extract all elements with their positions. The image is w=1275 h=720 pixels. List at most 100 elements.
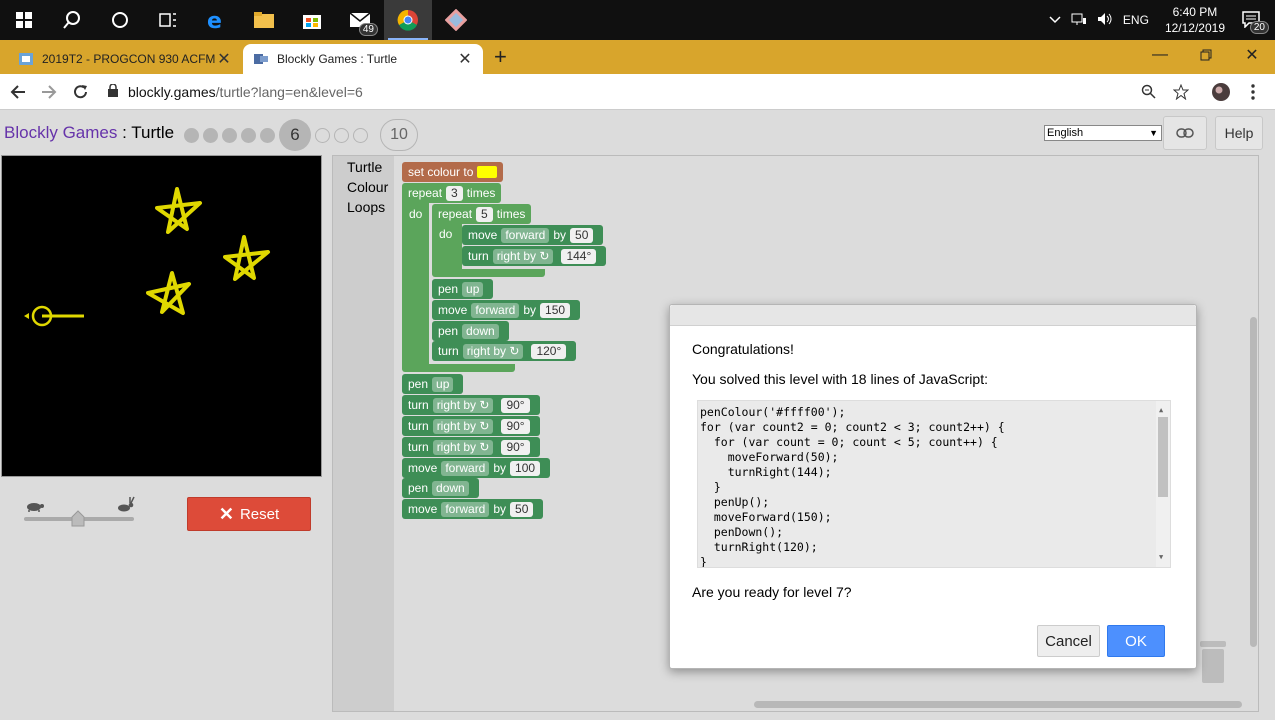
new-tab-icon[interactable]: + <box>494 44 507 70</box>
language-value: English <box>1047 127 1084 139</box>
drawn-star <box>155 187 202 234</box>
ok-button[interactable]: OK <box>1107 625 1165 657</box>
move-forward-150-block[interactable]: move forward by 150 <box>432 300 581 320</box>
cancel-button[interactable]: Cancel <box>1037 625 1100 657</box>
chrome-icon[interactable] <box>384 0 432 40</box>
scroll-up-icon[interactable]: ▲ <box>1159 403 1163 418</box>
dialog-header[interactable] <box>670 305 1196 326</box>
close-tab-icon[interactable]: ✕ <box>457 49 473 69</box>
level-1-dot[interactable] <box>184 127 199 143</box>
reset-button[interactable]: ✕ Reset <box>187 497 311 531</box>
level-5-dot[interactable] <box>260 127 275 143</box>
back-icon[interactable] <box>6 80 30 104</box>
turn-right-120-block[interactable]: turn right by ↻ 120° <box>432 341 577 361</box>
reload-icon[interactable] <box>69 80 93 104</box>
trash-can-icon[interactable] <box>1198 639 1228 685</box>
profile-avatar[interactable] <box>1209 80 1233 104</box>
workspace-vertical-scrollbar[interactable] <box>1250 317 1257 647</box>
max-level[interactable]: 10 <box>380 119 418 151</box>
javascript-code-box[interactable]: penColour('#ffff00'); for (var count2 = … <box>697 400 1171 568</box>
level-selector: 6 10 <box>184 119 418 151</box>
speed-slider[interactable] <box>20 495 140 535</box>
code-scroll-thumb[interactable] <box>1158 417 1168 497</box>
network-icon[interactable] <box>1071 12 1087 29</box>
file-explorer-icon[interactable] <box>240 0 288 40</box>
close-window-icon[interactable]: ✕ <box>1229 40 1275 70</box>
pen-up-block[interactable]: pen up <box>432 279 494 299</box>
repeat-inner-foot <box>432 269 545 277</box>
code-line: moveForward(150); <box>700 510 832 524</box>
turn-right-90-block[interactable]: turn right by ↻ 90° <box>402 437 540 457</box>
input-language[interactable]: ENG <box>1123 13 1149 27</box>
code-line: for (var count = 0; count < 5; count++) … <box>700 435 998 449</box>
search-icon[interactable] <box>48 0 96 40</box>
close-tab-icon[interactable]: ✕ <box>216 49 232 69</box>
level-3-dot[interactable] <box>222 127 237 143</box>
clock[interactable]: 6:40 PM 12/12/2019 <box>1159 4 1231 36</box>
restore-icon[interactable] <box>1183 40 1229 70</box>
edge-browser-icon[interactable]: e <box>192 0 240 40</box>
address-bar[interactable]: blockly.games/turtle?lang=en&level=6 <box>108 78 1198 106</box>
move-forward-50-block[interactable]: move forward by 50 <box>402 499 544 519</box>
colour-swatch[interactable] <box>477 166 498 178</box>
turn-right-90-block[interactable]: turn right by ↻ 90° <box>402 395 540 415</box>
drawn-star <box>146 271 191 315</box>
pen-up-block[interactable]: pen up <box>402 374 464 394</box>
mail-icon[interactable]: 49 <box>336 0 384 40</box>
code-scrollbar[interactable]: ▲ ▼ <box>1156 401 1170 567</box>
pen-down-block[interactable]: pen down <box>402 478 479 498</box>
tab-blockly-turtle[interactable]: Blockly Games : Turtle ✕ <box>243 44 483 74</box>
minimize-icon[interactable]: — <box>1137 40 1183 70</box>
link-button[interactable] <box>1163 116 1207 150</box>
level-7-dot[interactable] <box>315 127 330 143</box>
scroll-down-icon[interactable]: ▼ <box>1159 550 1163 565</box>
x-icon: ✕ <box>218 503 234 524</box>
help-button[interactable]: Help <box>1215 116 1263 150</box>
turn-right-144-block[interactable]: turn right by ↻ 144° <box>462 246 607 266</box>
tab-title: Blockly Games : Turtle <box>277 52 398 66</box>
repeat-do-label: do <box>409 207 423 221</box>
code-line: turnRight(120); <box>700 540 818 554</box>
url-path: /turtle?lang=en&level=6 <box>215 84 363 100</box>
repeat-5-block[interactable]: repeat 5 times <box>432 204 532 224</box>
level-9-dot[interactable] <box>353 127 368 143</box>
bookmark-star-icon[interactable] <box>1169 80 1193 104</box>
level-4-dot[interactable] <box>241 127 256 143</box>
workspace-horizontal-scrollbar[interactable] <box>754 701 1242 708</box>
level-8-dot[interactable] <box>334 127 349 143</box>
windows-start-icon[interactable] <box>0 0 48 40</box>
notifications-icon[interactable]: 20 <box>1241 8 1269 34</box>
task-view-icon[interactable] <box>144 0 192 40</box>
dialog-congrats: Congratulations! <box>692 341 794 357</box>
blockly-games-link[interactable]: Blockly Games <box>4 123 117 142</box>
cortana-icon[interactable] <box>96 0 144 40</box>
volume-icon[interactable] <box>1097 12 1113 29</box>
store-icon[interactable] <box>288 0 336 40</box>
clock-date: 12/12/2019 <box>1164 21 1225 35</box>
turn-right-90-block[interactable]: turn right by ↻ 90° <box>402 416 540 436</box>
current-level[interactable]: 6 <box>279 119 311 151</box>
app-icon[interactable] <box>432 0 480 40</box>
game-name: : Turtle <box>117 123 175 142</box>
zoom-icon[interactable] <box>1137 80 1161 104</box>
toolbox-category-loops[interactable]: Loops <box>333 197 394 217</box>
toolbox-category-colour[interactable]: Colour <box>333 177 394 197</box>
moodle-favicon-icon <box>19 53 33 65</box>
tab-progcon[interactable]: 2019T2 - PROGCON 930 ACFM | ✕ <box>8 44 242 74</box>
pen-down-block[interactable]: pen down <box>432 321 509 341</box>
blockly-favicon-icon <box>254 54 268 64</box>
move-forward-100-block[interactable]: move forward by 100 <box>402 458 551 478</box>
level-2-dot[interactable] <box>203 127 218 143</box>
toolbox-category-turtle[interactable]: Turtle <box>333 157 394 177</box>
repeat-3-block[interactable]: repeat 3 times <box>402 183 502 203</box>
link-icon <box>1176 128 1194 138</box>
url-domain: blockly.games <box>128 84 216 100</box>
menu-kebab-icon[interactable] <box>1241 80 1265 104</box>
svg-text:e: e <box>207 9 222 31</box>
dropdown-arrow-icon: ▼ <box>1149 128 1158 138</box>
chevron-up-icon[interactable] <box>1049 13 1061 27</box>
language-select[interactable]: English ▼ <box>1044 125 1162 141</box>
forward-icon[interactable] <box>37 80 61 104</box>
set-colour-block[interactable]: set colour to <box>402 162 504 182</box>
move-forward-50-block[interactable]: move forward by 50 <box>462 225 604 245</box>
